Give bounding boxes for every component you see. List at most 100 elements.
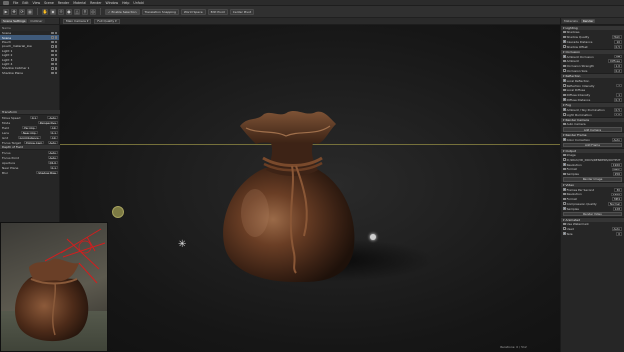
search-icon[interactable]: ⚲ [82,8,88,15]
select-icon[interactable]: ▶ [3,8,9,15]
checkbox[interactable] [563,108,566,111]
checkbox[interactable] [563,232,566,235]
checkbox[interactable] [563,222,566,226]
tab-render[interactable]: Render [580,19,596,23]
section-action-button[interactable]: Add Camera [563,127,622,132]
checkbox[interactable] [563,64,566,68]
setting-value-field[interactable]: MP4 [612,197,622,202]
lock-icon[interactable] [54,49,57,52]
light-sphere-handle[interactable] [370,234,376,240]
tab-scene-settings[interactable]: Scene Settings [1,19,28,23]
checkbox[interactable] [563,88,566,92]
property-value-field[interactable]: Perspective [37,121,58,125]
property-value-field[interactable]: 0.1 [49,166,58,170]
menu-help[interactable]: Help [122,1,129,5]
eye-icon[interactable] [51,49,54,52]
setting-value-field[interactable]: Diffuse [608,59,622,64]
setting-value-field[interactable]: 1920 [610,192,622,197]
checkbox[interactable] [563,227,566,231]
property-extra-field[interactable]: Auto [47,141,58,145]
setting-value-field[interactable]: 0.2 [613,69,622,73]
edit-pivot-toggle[interactable]: Edit Pivot [207,8,228,15]
eye-icon[interactable] [51,36,54,39]
checkbox[interactable] [563,59,566,63]
checkbox[interactable] [563,83,566,87]
setting-value-field[interactable]: 1.0 [613,112,622,117]
lock-icon[interactable] [54,53,57,57]
checkbox[interactable] [563,93,566,97]
checkbox[interactable] [563,35,566,39]
grab-icon[interactable]: ✋ [42,8,48,15]
checkbox[interactable] [563,30,566,34]
checkbox[interactable] [563,192,566,196]
checkbox[interactable] [563,163,566,166]
lock-icon[interactable] [54,36,57,39]
lock-icon[interactable] [54,62,57,66]
setting-value-field[interactable]: 0 [616,231,622,236]
setting-value-field[interactable]: 128 [612,206,622,211]
checkbox[interactable] [563,172,566,176]
translation-snapping-toggle[interactable]: Translation Snapping [141,8,179,15]
sphere-icon[interactable]: ● [66,8,72,15]
property-value-field[interactable]: Auto [47,151,58,155]
checkbox[interactable] [563,202,566,206]
setting-value-field[interactable]: 1.0 [613,64,622,69]
property-value-field[interactable]: 0.1 [29,116,39,120]
property-value-field[interactable]: Near Clip [20,131,38,135]
rotate-icon[interactable]: ⟳ [19,8,25,15]
selection-gizmo[interactable] [112,206,124,218]
section-action-button[interactable]: Add Frame [563,142,622,148]
setting-value-field[interactable]: Normal [607,202,622,206]
lock-icon[interactable] [54,67,57,70]
shape-icon[interactable]: △ [74,8,80,15]
setting-value-field[interactable]: Auto [611,137,622,142]
checkbox[interactable] [563,197,566,201]
scale-icon[interactable]: ▦ [27,8,33,15]
center-pivot-toggle[interactable]: Center Pivot [229,8,255,15]
property-extra-field[interactable]: 10 [49,136,58,140]
eye-icon[interactable] [51,32,54,35]
eye-icon[interactable] [51,71,54,74]
property-value-field[interactable]: Follow Cam [24,141,45,145]
pouch-model[interactable] [60,18,560,352]
setting-value-field[interactable]: JPEG [611,167,622,172]
property-value-field[interactable]: Grid Distance [17,136,41,140]
checkbox[interactable] [563,54,566,58]
setting-value-field[interactable]: 1 [616,83,622,88]
checkbox[interactable] [563,98,566,101]
checkbox[interactable] [563,138,566,141]
lock-icon[interactable] [54,32,57,35]
eye-icon[interactable] [51,62,54,66]
light-icon[interactable]: ☼ [58,8,64,15]
checkbox[interactable] [563,69,566,72]
eye-icon[interactable] [51,53,54,57]
property-extra-field[interactable]: 10 [49,126,58,130]
eye-icon[interactable] [51,67,54,70]
menu-edit[interactable]: Edit [22,1,28,5]
setting-value-field[interactable]: 0.5 [613,44,622,49]
tab-materials[interactable]: Materials [562,19,580,23]
setting-value-field[interactable]: 256 [612,172,622,177]
setting-value-field[interactable]: 1920 [610,162,622,167]
menu-material[interactable]: Material [73,1,86,5]
checkbox[interactable] [563,112,566,116]
checkbox[interactable] [563,153,566,157]
checkbox[interactable] [563,167,566,171]
checkbox[interactable] [563,79,566,82]
menu-file[interactable]: File [13,1,18,5]
lock-icon[interactable] [54,58,57,61]
eye-icon[interactable] [51,40,54,44]
move-icon[interactable]: ✥ [11,8,17,15]
menu-window[interactable]: Window [106,1,119,5]
checkbox[interactable] [563,207,566,210]
tab-outliner[interactable]: Outliner [28,19,45,23]
lock-icon[interactable] [54,40,57,44]
3d-viewport[interactable]: Main Camera ▾ Full Quality ▾ ✳ Iteration… [60,18,560,352]
checkbox[interactable] [563,188,566,191]
property-extra-field[interactable]: 0.1 [49,131,58,135]
property-extra-field[interactable]: Auto [47,116,58,120]
lock-icon[interactable] [54,71,57,74]
setting-value-field[interactable]: 10 [614,40,622,44]
property-value-field[interactable]: Far Clip [22,126,37,130]
world-space-toggle[interactable]: World Space [180,8,206,15]
